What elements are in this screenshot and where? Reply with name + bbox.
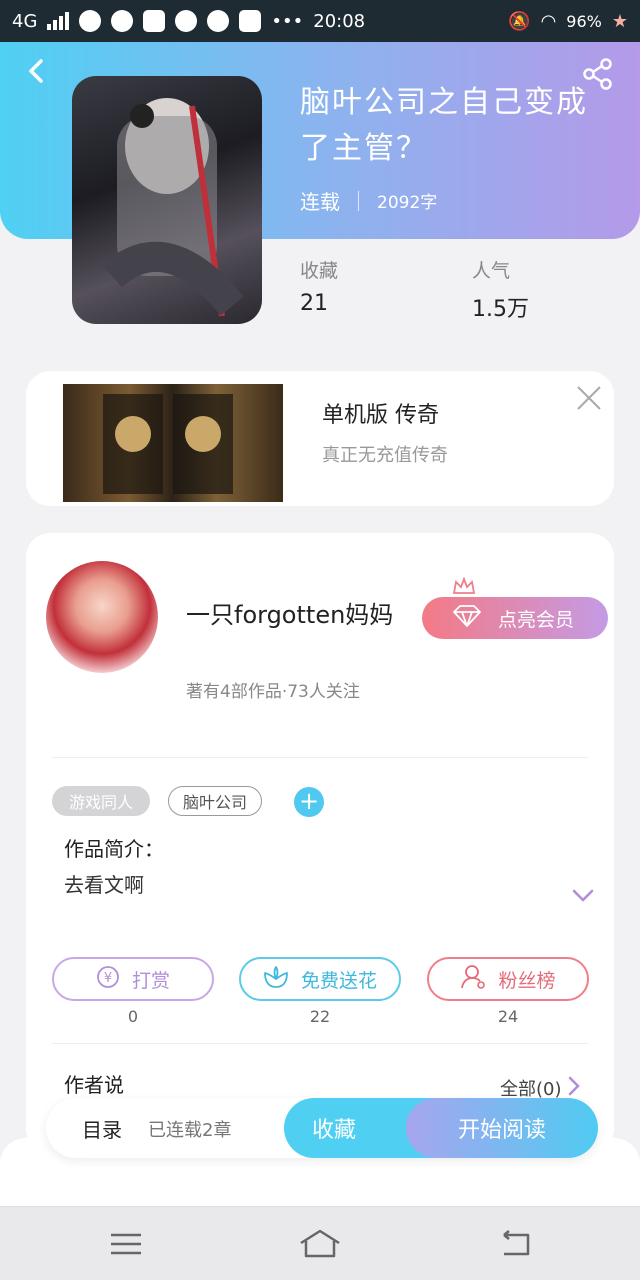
chat-icon [111, 10, 134, 32]
ad-title: 单机版 传奇 [322, 403, 439, 428]
yen-icon: ¥ [96, 965, 120, 994]
mail-icon [239, 10, 262, 32]
status-bar: 4G ••• 20:08 🔕 ◠ 96% ★ [0, 0, 640, 42]
home-icon[interactable] [298, 1227, 340, 1261]
battery-label: 96% [566, 11, 602, 31]
intro-heading: 作品简介： [64, 837, 164, 861]
browser-icon [79, 10, 102, 32]
vip-label: 点亮会员 [498, 608, 575, 631]
star-icon: ★ [611, 10, 628, 32]
reward-count: 0 [127, 1007, 139, 1026]
menu-icon[interactable] [106, 1227, 146, 1261]
svg-text:¥: ¥ [104, 971, 112, 986]
stat-favorites: 收藏 21 [300, 256, 338, 316]
send-flower-button[interactable]: 免费送花 [239, 957, 401, 1001]
serial-status: 连载 [300, 190, 340, 214]
detail-card: 一只forgotten妈妈 点亮会员 著有4部作品·73人关注 游戏同人 脑叶公… [26, 533, 614, 1153]
signal-icon [47, 12, 70, 30]
fan-count: 24 [497, 1007, 519, 1026]
author-avatar[interactable] [46, 561, 158, 673]
ad-subtitle: 真正无充值传奇 [322, 445, 448, 466]
back-icon[interactable] [24, 58, 50, 84]
ad-card[interactable]: 单机版 传奇 真正无充值传奇 [26, 371, 614, 506]
ad-image[interactable] [63, 384, 283, 502]
more-notifications-icon: ••• [271, 10, 304, 32]
user-icon [460, 964, 486, 995]
add-tag-icon[interactable]: + [294, 787, 324, 817]
start-reading-button[interactable]: 开始阅读 [406, 1098, 598, 1158]
shield-icon [143, 10, 166, 32]
back-nav-icon[interactable] [496, 1227, 536, 1261]
stat-value: 21 [300, 291, 328, 316]
tag-lobotomy[interactable]: 脑叶公司 [168, 786, 262, 816]
wifi-icon: ◠ [540, 10, 557, 32]
flower-count: 22 [309, 1007, 331, 1026]
wechat-icon [207, 10, 230, 32]
bottom-action-bar: 目录 已连载2章 收藏 开始阅读 [46, 1098, 598, 1158]
chevron-down-icon[interactable] [572, 888, 594, 902]
vip-button[interactable]: 点亮会员 [422, 597, 608, 639]
stat-label: 人气 [472, 260, 511, 282]
diamond-icon [452, 604, 482, 632]
fan-ranking-button[interactable]: 粉丝榜 [427, 957, 589, 1001]
stat-popularity: 人气 1.5万 [472, 256, 529, 323]
author-says-heading: 作者说 [64, 1073, 124, 1097]
book-meta: 连载 2092字 [300, 186, 437, 215]
stat-value: 1.5万 [472, 297, 529, 322]
divider [52, 757, 588, 758]
meta-divider [358, 190, 359, 211]
divider [52, 1043, 588, 1044]
chapter-count: 已连载2章 [148, 1120, 232, 1141]
system-nav-bar [0, 1206, 640, 1280]
favorite-label: 收藏 [312, 1118, 357, 1143]
author-name[interactable]: 一只forgotten妈妈 [186, 595, 393, 630]
start-reading-label: 开始阅读 [457, 1118, 546, 1143]
fan-ranking-label: 粉丝榜 [498, 969, 556, 992]
flower-icon [263, 965, 289, 994]
chevron-right-icon [568, 1076, 580, 1101]
palette-icon [175, 10, 198, 32]
close-icon[interactable] [576, 385, 602, 411]
tag-game-fanfic[interactable]: 游戏同人 [52, 786, 150, 816]
book-title: 脑叶公司之自己变成了主管？ [300, 85, 588, 166]
send-flower-label: 免费送花 [300, 969, 377, 992]
toc-button[interactable]: 目录 [82, 1114, 122, 1143]
intro-text: 去看文啊 [64, 873, 144, 897]
word-count: 2092字 [377, 193, 438, 213]
mute-icon: 🔕 [508, 10, 531, 32]
clock: 20:08 [313, 10, 366, 32]
reward-button[interactable]: ¥ 打赏 [52, 957, 214, 1001]
book-cover[interactable] [72, 76, 262, 324]
author-meta: 著有4部作品·73人关注 [186, 682, 360, 702]
network-label: 4G [12, 10, 38, 32]
stat-label: 收藏 [300, 260, 339, 282]
reward-label: 打赏 [131, 969, 170, 992]
crown-icon [452, 576, 476, 597]
